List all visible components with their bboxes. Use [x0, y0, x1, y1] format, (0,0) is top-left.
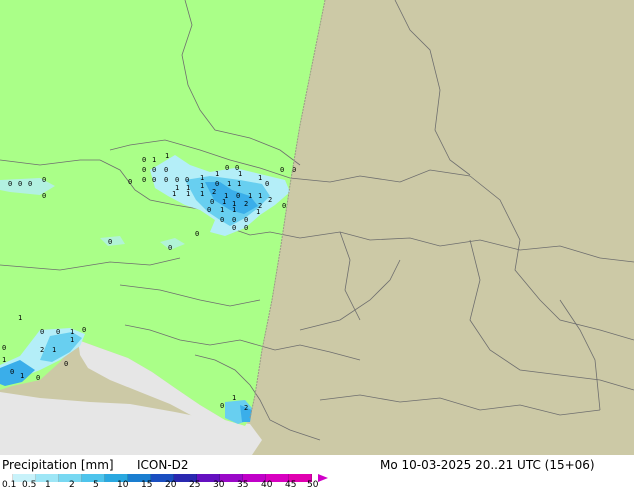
- precip-value-label: 1: [256, 208, 260, 216]
- precip-value-label: 0: [244, 224, 248, 232]
- precip-value-label: 0: [108, 238, 112, 246]
- precip-value-label: 1: [200, 182, 204, 190]
- precip-value-label: 1: [200, 190, 204, 198]
- precip-value-label: 1: [52, 346, 56, 354]
- precip-value-label: 0: [207, 206, 211, 214]
- precip-value-label: 1: [215, 170, 219, 178]
- precip-value-label: 0: [236, 192, 240, 200]
- precip-value-label: 0: [195, 230, 199, 238]
- precip-value-label: 1: [232, 394, 236, 402]
- legend-tick-label: 1: [45, 480, 51, 490]
- precip-value-label: 2: [244, 200, 248, 208]
- precip-value-label: 1: [186, 190, 190, 198]
- map-canvas: 0 1 10 0 00 0 00 0 0 1 1 10 01 1 1 0 1 1101 1 1 2 1 0 1 1 22 00 1 1 2…: [0, 0, 634, 455]
- precip-value-label: 0: [168, 244, 172, 252]
- precip-value-label: 0: [18, 180, 22, 188]
- precip-value-label: 1: [232, 206, 236, 214]
- precip-value-label: 0: [282, 202, 286, 210]
- precip-value-label: 1: [222, 198, 226, 206]
- precip-value-label: 0: [82, 326, 86, 334]
- precip-value-label: 0: [244, 216, 248, 224]
- precip-value-label: 1: [172, 190, 176, 198]
- legend-tick-label: 25: [189, 480, 201, 490]
- precip-value-label: 0: [220, 402, 224, 410]
- timestamp-label: Mo 10-03-2025 20..21 UTC (15+06): [380, 458, 595, 472]
- precip-value-label: 1: [258, 174, 262, 182]
- precip-value-label: 1: [200, 174, 204, 182]
- precip-value-label: 0: [42, 176, 46, 184]
- precip-value-label: 0: [265, 180, 269, 188]
- precip-value-label: 0: [164, 176, 168, 184]
- legend-tick-label: 2: [69, 480, 75, 490]
- precip-value-label: 0: [142, 166, 146, 174]
- precip-value-label: 0: [64, 360, 68, 368]
- precip-value-label: 0: [152, 166, 156, 174]
- precip-value-label: 0: [28, 180, 32, 188]
- precip-value-label: 0: [142, 176, 146, 184]
- precip-value-label: 0: [175, 176, 179, 184]
- legend-tick-label: 35: [237, 480, 249, 490]
- precip-value-label: 0: [56, 328, 60, 336]
- precip-value-label: 1: [237, 180, 241, 188]
- precip-value-label: 0: [152, 176, 156, 184]
- precip-value-label: 2: [212, 188, 216, 196]
- precip-value-label: 0: [220, 216, 224, 224]
- precip-value-label: 0: [232, 224, 236, 232]
- precip-value-label: 1: [165, 152, 169, 160]
- precip-value-label: 0: [210, 198, 214, 206]
- precip-value-label: 0: [2, 344, 6, 352]
- precip-value-label: 0: [42, 192, 46, 200]
- legend-tick-label: 10: [117, 480, 129, 490]
- precip-value-label: 0: [232, 216, 236, 224]
- precip-value-label: 2: [40, 346, 44, 354]
- precip-value-label: 1: [248, 192, 252, 200]
- precip-value-label: 1: [2, 356, 6, 364]
- precip-value-label: 0: [280, 166, 284, 174]
- legend-bar-area: Precipitation [mm] ICON-D2 Mo 10-03-2025…: [0, 455, 634, 490]
- precip-value-label: 0: [235, 164, 239, 172]
- precip-value-label: 0: [8, 180, 12, 188]
- precip-value-label: 0: [185, 176, 189, 184]
- precip-value-label: 2: [244, 404, 248, 412]
- legend-tick-label: 40: [261, 480, 273, 490]
- precip-value-label: 0: [225, 164, 229, 172]
- scale-tick-labels: 0.1 0.5 1 2 5 10 15 20 25 30 35 40 45 50: [0, 480, 634, 492]
- legend-tick-label: 45: [285, 480, 297, 490]
- precip-value-label: 0: [10, 368, 14, 376]
- precip-value-label: 0: [164, 166, 168, 174]
- legend-tick-label: 0.1: [2, 480, 17, 490]
- precip-value-label: 0: [128, 178, 132, 186]
- precip-value-label: 2: [268, 196, 272, 204]
- precip-value-label: 1: [18, 314, 22, 322]
- precip-value-label: 1: [227, 180, 231, 188]
- precip-value-label: 1: [258, 192, 262, 200]
- precip-value-label: 0: [40, 328, 44, 336]
- precip-value-label: 1: [70, 328, 74, 336]
- legend-tick-label: 5: [93, 480, 99, 490]
- precipitation-title: Precipitation [mm]: [2, 458, 114, 472]
- precip-value-label: 0: [292, 166, 296, 174]
- precip-value-label: 1: [152, 156, 156, 164]
- model-name: ICON-D2: [137, 458, 189, 472]
- legend-tick-label: 20: [165, 480, 177, 490]
- precip-value-label: 1: [70, 336, 74, 344]
- precip-value-label: 1: [220, 206, 224, 214]
- legend-tick-label: 50: [307, 480, 319, 490]
- legend-tick-label: 30: [213, 480, 225, 490]
- legend-tick-label: 15: [141, 480, 153, 490]
- precip-value-label: 0: [215, 180, 219, 188]
- legend-tick-label: 0.5: [22, 480, 37, 490]
- precip-value-label: 1: [20, 372, 24, 380]
- precipitation-map[interactable]: 0110000000001110011101110111210112200112…: [0, 0, 634, 455]
- precip-value-label: 0: [142, 156, 146, 164]
- precip-value-label: 0: [36, 374, 40, 382]
